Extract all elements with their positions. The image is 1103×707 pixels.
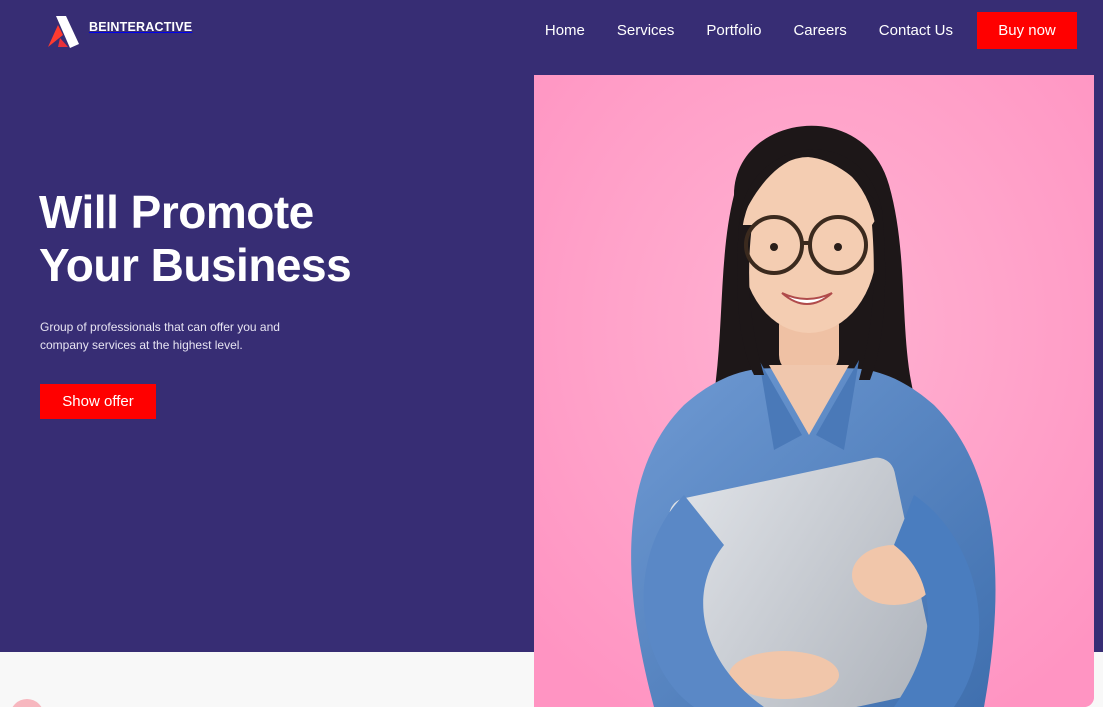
hero-title-line-1: Will Promote: [39, 186, 314, 238]
hero-subtitle-line-2: company services at the highest level.: [40, 338, 243, 352]
brand-name: BEINTERACTIVE: [89, 20, 193, 34]
hero-subtitle-line-1: Group of professionals that can offer yo…: [40, 320, 280, 334]
nav-link-contact-us[interactable]: Contact Us: [879, 12, 953, 49]
nav-link-home[interactable]: Home: [545, 12, 585, 49]
brand-logo[interactable]: BEINTERACTIVE: [46, 13, 192, 49]
nav-link-portfolio[interactable]: Portfolio: [706, 12, 761, 49]
show-offer-button[interactable]: Show offer: [40, 384, 156, 419]
hero-title: Will Promote Your Business: [39, 186, 352, 292]
hero-title-line-2: Your Business: [39, 239, 352, 291]
main-nav: Home Services Portfolio Careers Contact …: [545, 12, 1077, 49]
hero-photo: [534, 75, 1094, 707]
buy-now-button[interactable]: Buy now: [977, 12, 1077, 49]
nav-link-careers[interactable]: Careers: [793, 12, 846, 49]
logo-icon: [46, 13, 80, 49]
nav-link-services[interactable]: Services: [617, 12, 675, 49]
hero-subtitle: Group of professionals that can offer yo…: [40, 318, 320, 354]
